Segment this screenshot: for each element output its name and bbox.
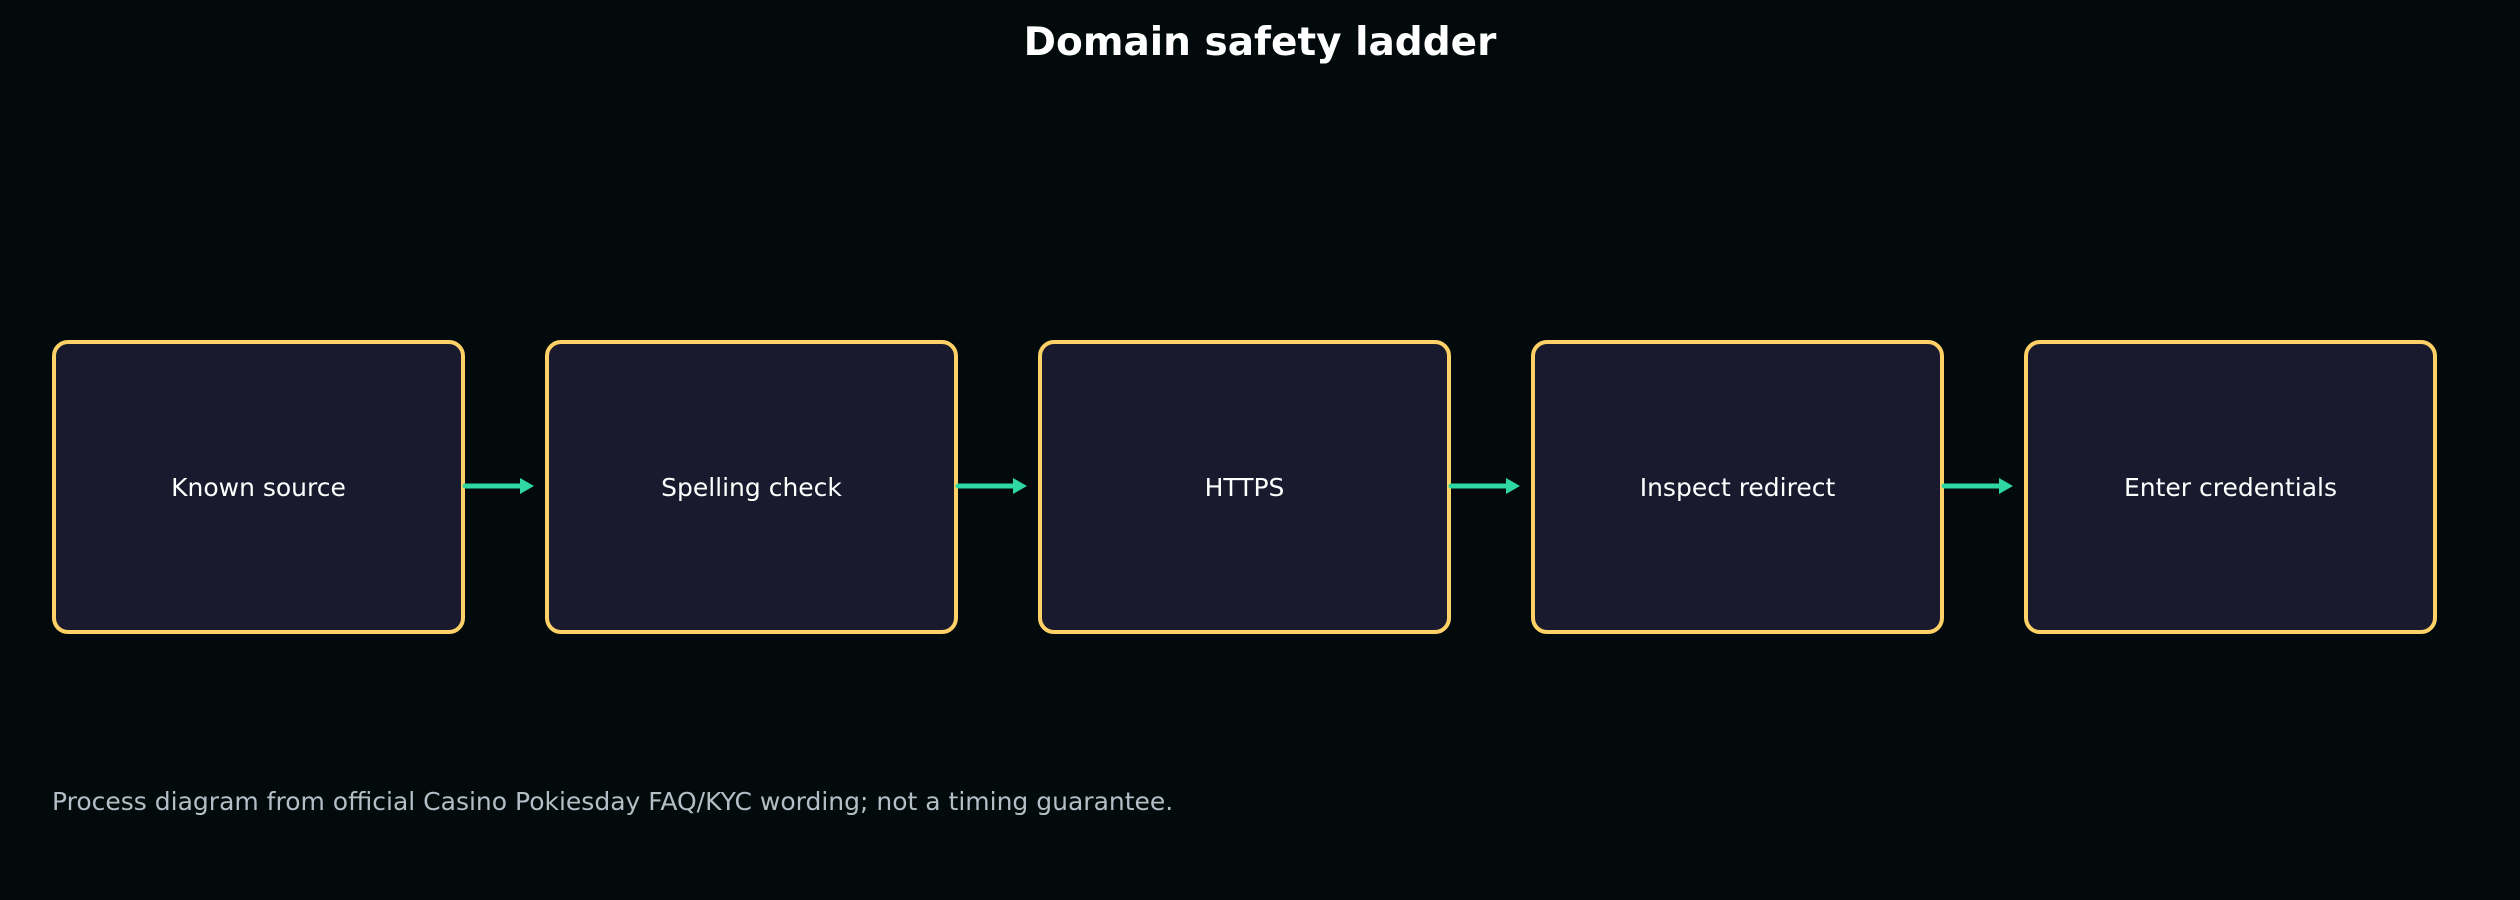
step-box-spelling-check: Spelling check xyxy=(545,340,958,634)
step-label: HTTPS xyxy=(1204,472,1285,502)
diagram-title: Domain safety ladder xyxy=(1023,20,1497,65)
step-box-enter-credentials: Enter credentials xyxy=(2024,340,2437,634)
step-box-https: HTTPS xyxy=(1038,340,1451,634)
step-label: Known source xyxy=(171,472,346,502)
arrow-known-source-to-spelling-check xyxy=(462,478,534,494)
step-label: Enter credentials xyxy=(2123,472,2338,502)
step-box-known-source: Known source xyxy=(52,340,465,634)
arrow-inspect-redirect-to-enter-credentials xyxy=(1941,478,2013,494)
footnote: Process diagram from official Casino Pok… xyxy=(52,787,1174,816)
diagram-canvas: Domain safety ladder Known source Spelli… xyxy=(0,0,2520,900)
arrow-https-to-inspect-redirect xyxy=(1448,478,1520,494)
arrow-spelling-check-to-https xyxy=(955,478,1027,494)
step-label: Inspect redirect xyxy=(1639,472,1836,502)
step-label: Spelling check xyxy=(661,472,842,502)
step-box-inspect-redirect: Inspect redirect xyxy=(1531,340,1944,634)
